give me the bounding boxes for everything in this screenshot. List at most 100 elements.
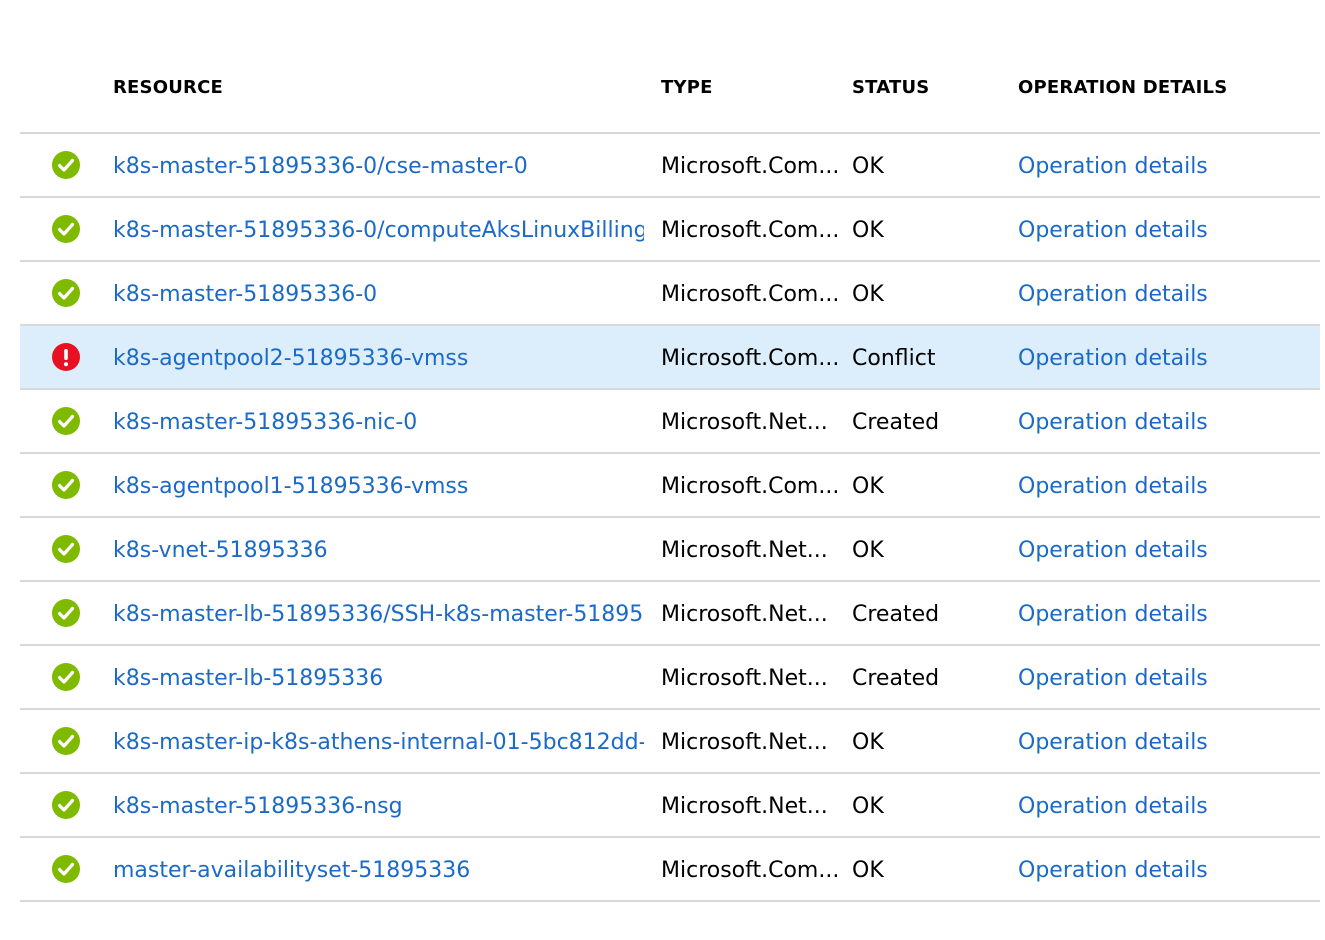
table-row[interactable]: k8s-master-51895336-0/computeAksLinuxBil… bbox=[20, 198, 1320, 262]
type-cell: Microsoft.Net... bbox=[661, 666, 828, 691]
type-cell: Microsoft.Com... bbox=[661, 218, 839, 243]
table-row[interactable]: k8s-master-lb-51895336 Microsoft.Net... Cr… bbox=[20, 646, 1320, 710]
success-check-icon bbox=[52, 215, 80, 243]
column-header-type[interactable]: TYPE bbox=[661, 77, 713, 98]
type-cell: Microsoft.Net... bbox=[661, 730, 828, 755]
resource-cell: k8s-vnet-51895336 bbox=[113, 518, 644, 580]
status-cell: OK bbox=[852, 794, 884, 819]
status-cell: OK bbox=[852, 474, 884, 499]
resource-link[interactable]: k8s-master-ip-k8s-athens-internal-01-5bc… bbox=[113, 730, 644, 755]
operation-details-link[interactable]: Operation details bbox=[1018, 730, 1208, 755]
status-cell: OK bbox=[852, 858, 884, 883]
deployment-operations-table: RESOURCE TYPE STATUS OPERATION DETAILS k… bbox=[20, 0, 1320, 902]
operation-details-link[interactable]: Operation details bbox=[1018, 282, 1208, 307]
operation-details-link[interactable]: Operation details bbox=[1018, 666, 1208, 691]
type-cell: Microsoft.Com... bbox=[661, 858, 839, 883]
operation-details-cell: Operation details bbox=[1018, 646, 1278, 708]
success-check-icon bbox=[52, 855, 80, 883]
type-cell: Microsoft.Com... bbox=[661, 346, 839, 371]
status-cell: Conflict bbox=[852, 346, 936, 371]
table-body: k8s-master-51895336-0/cse-master-0 Micros… bbox=[20, 134, 1320, 902]
resource-cell: k8s-master-51895336-0 bbox=[113, 262, 644, 324]
table-row[interactable]: master-availabilityset-51895336 Microsoft… bbox=[20, 838, 1320, 902]
resource-link[interactable]: k8s-master-51895336-0 bbox=[113, 282, 377, 307]
status-cell: Created bbox=[852, 602, 940, 627]
table-row[interactable]: k8s-master-51895336-nic-0 Microsoft.Net..… bbox=[20, 390, 1320, 454]
table-row[interactable]: k8s-master-51895336-nsg Microsoft.Net... O… bbox=[20, 774, 1320, 838]
type-cell: Microsoft.Com... bbox=[661, 282, 839, 307]
operation-details-link[interactable]: Operation details bbox=[1018, 794, 1208, 819]
resource-cell: k8s-master-lb-51895336 bbox=[113, 646, 644, 708]
resource-link[interactable]: k8s-master-51895336-0/computeAksLinuxBil… bbox=[113, 218, 644, 243]
error-exclamation-icon bbox=[52, 343, 80, 371]
table-row[interactable]: k8s-master-lb-51895336/SSH-k8s-master-51… bbox=[20, 582, 1320, 646]
resource-link[interactable]: k8s-master-51895336-nsg bbox=[113, 794, 403, 819]
success-check-icon bbox=[52, 599, 80, 627]
table-row[interactable]: k8s-master-ip-k8s-athens-internal-01-5bc… bbox=[20, 710, 1320, 774]
table-row[interactable]: k8s-master-51895336-0/cse-master-0 Micros… bbox=[20, 134, 1320, 198]
table-row[interactable]: k8s-agentpool2-51895336-vmss Microsoft.Co… bbox=[20, 326, 1320, 390]
resource-link[interactable]: k8s-master-lb-51895336 bbox=[113, 666, 383, 691]
resource-link[interactable]: k8s-agentpool1-51895336-vmss bbox=[113, 474, 468, 499]
operation-details-cell: Operation details bbox=[1018, 582, 1278, 644]
table-row[interactable]: k8s-master-51895336-0 Microsoft.Com... OK O… bbox=[20, 262, 1320, 326]
success-check-icon bbox=[52, 151, 80, 179]
operation-details-link[interactable]: Operation details bbox=[1018, 410, 1208, 435]
resource-link[interactable]: k8s-master-51895336-nic-0 bbox=[113, 410, 417, 435]
type-cell: Microsoft.Net... bbox=[661, 794, 828, 819]
resource-cell: k8s-master-51895336-0/cse-master-0 bbox=[113, 134, 644, 196]
operation-details-cell: Operation details bbox=[1018, 262, 1278, 324]
type-cell: Microsoft.Com... bbox=[661, 154, 839, 179]
column-header-resource[interactable]: RESOURCE bbox=[113, 77, 223, 98]
status-cell: OK bbox=[852, 538, 884, 563]
resource-link[interactable]: k8s-agentpool2-51895336-vmss bbox=[113, 346, 468, 371]
resource-cell: k8s-agentpool2-51895336-vmss bbox=[113, 326, 644, 388]
resource-cell: k8s-master-51895336-nsg bbox=[113, 774, 644, 836]
table-row[interactable]: k8s-vnet-51895336 Microsoft.Net... OK Opera… bbox=[20, 518, 1320, 582]
operation-details-link[interactable]: Operation details bbox=[1018, 154, 1208, 179]
operation-details-cell: Operation details bbox=[1018, 774, 1278, 836]
table-header: RESOURCE TYPE STATUS OPERATION DETAILS bbox=[20, 0, 1320, 134]
type-cell: Microsoft.Com... bbox=[661, 474, 839, 499]
operation-details-link[interactable]: Operation details bbox=[1018, 858, 1208, 883]
operation-details-cell: Operation details bbox=[1018, 198, 1278, 260]
success-check-icon bbox=[52, 279, 80, 307]
success-check-icon bbox=[52, 663, 80, 691]
operation-details-cell: Operation details bbox=[1018, 838, 1278, 900]
success-check-icon bbox=[52, 471, 80, 499]
operation-details-link[interactable]: Operation details bbox=[1018, 602, 1208, 627]
resource-link[interactable]: k8s-vnet-51895336 bbox=[113, 538, 328, 563]
resource-cell: k8s-master-51895336-0/computeAksLinuxBil… bbox=[113, 198, 644, 260]
resource-cell: k8s-agentpool1-51895336-vmss bbox=[113, 454, 644, 516]
resource-cell: k8s-master-51895336-nic-0 bbox=[113, 390, 644, 452]
resource-link[interactable]: master-availabilityset-51895336 bbox=[113, 858, 470, 883]
operation-details-link[interactable]: Operation details bbox=[1018, 538, 1208, 563]
success-check-icon bbox=[52, 407, 80, 435]
success-check-icon bbox=[52, 727, 80, 755]
resource-link[interactable]: k8s-master-51895336-0/cse-master-0 bbox=[113, 154, 528, 179]
table-row[interactable]: k8s-agentpool1-51895336-vmss Microsoft.Co… bbox=[20, 454, 1320, 518]
resource-cell: k8s-master-lb-51895336/SSH-k8s-master-51… bbox=[113, 582, 644, 644]
column-header-operation-details[interactable]: OPERATION DETAILS bbox=[1018, 77, 1227, 98]
operation-details-cell: Operation details bbox=[1018, 134, 1278, 196]
operation-details-cell: Operation details bbox=[1018, 454, 1278, 516]
resource-link[interactable]: k8s-master-lb-51895336/SSH-k8s-master-51… bbox=[113, 602, 644, 627]
status-cell: OK bbox=[852, 282, 884, 307]
operation-details-link[interactable]: Operation details bbox=[1018, 474, 1208, 499]
operation-details-cell: Operation details bbox=[1018, 326, 1278, 388]
operation-details-link[interactable]: Operation details bbox=[1018, 346, 1208, 371]
status-cell: OK bbox=[852, 218, 884, 243]
type-cell: Microsoft.Net... bbox=[661, 538, 828, 563]
resource-cell: k8s-master-ip-k8s-athens-internal-01-5bc… bbox=[113, 710, 644, 772]
type-cell: Microsoft.Net... bbox=[661, 410, 828, 435]
success-check-icon bbox=[52, 791, 80, 819]
status-cell: OK bbox=[852, 154, 884, 179]
status-cell: OK bbox=[852, 730, 884, 755]
success-check-icon bbox=[52, 535, 80, 563]
resource-cell: master-availabilityset-51895336 bbox=[113, 838, 644, 900]
type-cell: Microsoft.Net... bbox=[661, 602, 828, 627]
status-cell: Created bbox=[852, 410, 940, 435]
operation-details-cell: Operation details bbox=[1018, 518, 1278, 580]
column-header-status[interactable]: STATUS bbox=[852, 77, 929, 98]
operation-details-link[interactable]: Operation details bbox=[1018, 218, 1208, 243]
